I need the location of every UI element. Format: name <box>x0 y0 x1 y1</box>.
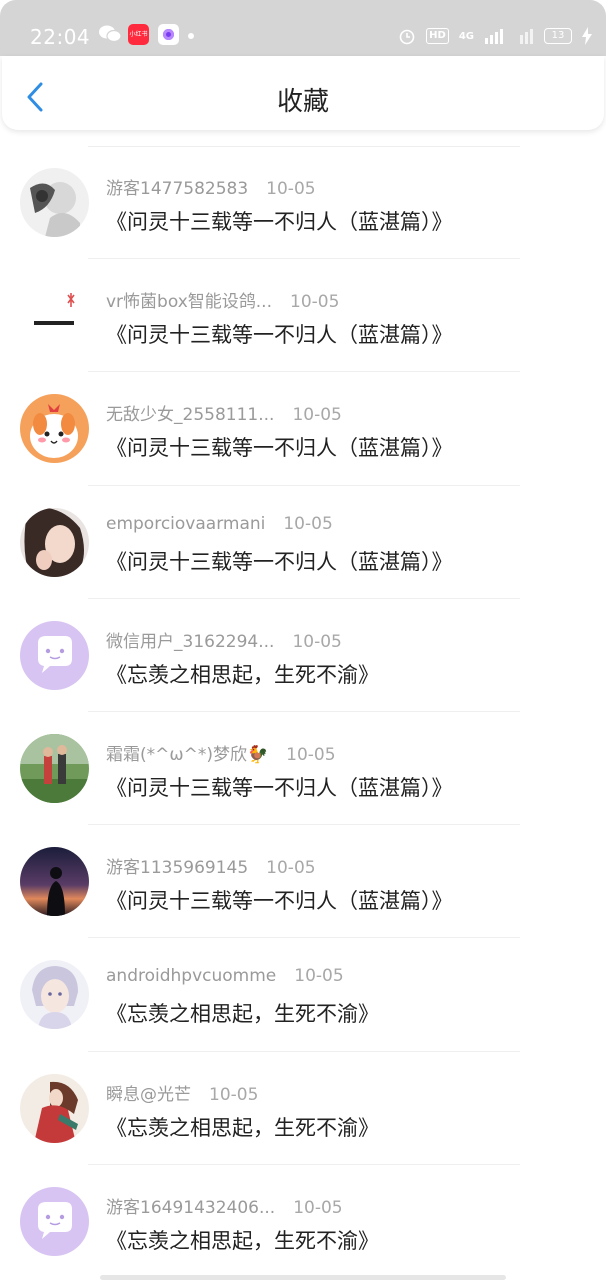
favorite-title[interactable]: 《问灵十三载等一不归人（蓝湛篇）》 <box>106 319 453 349</box>
status-time: 22:04 <box>30 25 91 49</box>
list-item[interactable]: 游客1135969145 10-05 《问灵十三载等一不归人（蓝湛篇）》 <box>0 825 606 939</box>
avatar[interactable] <box>20 960 89 1030</box>
date: 10-05 <box>290 292 340 313</box>
network-label: 4G <box>458 30 474 42</box>
avatar[interactable] <box>20 394 89 464</box>
favorite-title[interactable]: 《忘羡之相思起，生死不渝》 <box>106 659 379 689</box>
list-item[interactable]: vr怖菌box智能设鸽... 10-05 《问灵十三载等一不归人（蓝湛篇）》 <box>0 259 606 373</box>
username: vr怖菌box智能设鸽... <box>106 292 272 313</box>
scroll-indicator <box>100 1275 506 1280</box>
default-avatar[interactable] <box>20 1186 89 1256</box>
alarm-icon <box>399 29 415 45</box>
favorite-title[interactable]: 《问灵十三载等一不归人（蓝湛篇）》 <box>106 772 453 802</box>
date: 10-05 <box>286 744 336 765</box>
avatar[interactable] <box>20 733 89 803</box>
username: 游客1135969145 <box>106 858 249 879</box>
notification-dot-icon <box>188 33 194 39</box>
username-line: 微信用户_3162294... 10-05 <box>106 627 342 652</box>
status-right-group: HD 4G 13 <box>398 22 592 50</box>
page-title: 收藏 <box>276 87 329 117</box>
username-line: vr怖菌box智能设鸽... 10-05 <box>106 287 339 312</box>
favorite-title[interactable]: 《忘羡之相思起，生死不渝》 <box>106 1112 379 1142</box>
list-item[interactable]: androidhpvcuomme 10-05 《忘羡之相思起，生死不渝》 <box>0 938 606 1052</box>
favorite-title[interactable]: 《问灵十三载等一不归人（蓝湛篇）》 <box>106 206 453 236</box>
avatar[interactable] <box>20 281 89 351</box>
username: emporciovaarmani <box>106 513 266 534</box>
signal-2-icon <box>520 29 533 44</box>
list-item[interactable]: 瞬息@光芒 10-05 《忘羡之相思起，生死不渝》 <box>0 1052 606 1165</box>
date: 10-05 <box>209 1084 259 1105</box>
header: 收藏 <box>2 56 604 130</box>
list-item[interactable]: 游客1477582583 10-05 《问灵十三载等一不归人（蓝湛篇）》 <box>0 146 606 260</box>
username: 无敌少女_2558111... <box>106 405 275 426</box>
username-line: emporciovaarmani 10-05 <box>106 514 333 534</box>
avatar[interactable] <box>20 168 89 237</box>
favorite-title[interactable]: 《忘羡之相思起，生死不渝》 <box>106 1225 379 1255</box>
favorite-title[interactable]: 《忘羡之相思起，生死不渝》 <box>106 998 379 1028</box>
username: 游客1477582583 <box>106 179 249 199</box>
username: 微信用户_3162294... <box>106 631 275 652</box>
date: 10-05 <box>293 1197 343 1218</box>
username-line: 无敌少女_2558111... 10-05 <box>106 400 342 425</box>
favorites-list: 游客1477582583 10-05 《问灵十三载等一不归人（蓝湛篇）》 vr怖菌… <box>0 146 606 1278</box>
username-line: 游客1135969145 10-05 <box>106 853 316 878</box>
app-icon <box>158 24 179 45</box>
favorite-title[interactable]: 《问灵十三载等一不归人（蓝湛篇）》 <box>106 885 453 915</box>
favorite-title[interactable]: 《问灵十三载等一不归人（蓝湛篇）》 <box>106 546 453 576</box>
username: 瞬息@光芒 <box>106 1084 191 1105</box>
battery-icon: 13 <box>544 28 572 44</box>
charging-icon <box>582 27 592 45</box>
hd-badge: HD <box>426 28 449 44</box>
date: 10-05 <box>266 179 316 199</box>
username: 霜霜(*^ω^*)梦欣🐓 <box>106 744 269 765</box>
username-line: androidhpvcuomme 10-05 <box>106 966 344 986</box>
date: 10-05 <box>292 405 342 426</box>
list-item[interactable]: 霜霜(*^ω^*)梦欣🐓 10-05 《问灵十三载等一不归人（蓝湛篇）》 <box>0 712 606 826</box>
status-bar: 22:04 小红书 HD 4G 13 <box>0 0 606 56</box>
list-item[interactable]: 游客16491432406... 10-05 《忘羡之相思起，生死不渝》 <box>0 1165 606 1278</box>
list-item[interactable]: 无敌少女_2558111... 10-05 《问灵十三载等一不归人（蓝湛篇）》 <box>0 372 606 486</box>
username: androidhpvcuomme <box>106 966 277 987</box>
list-item[interactable]: emporciovaarmani 10-05 《问灵十三载等一不归人（蓝湛篇）》 <box>0 486 606 599</box>
signal-icon <box>485 29 503 44</box>
username-line: 游客1477582583 10-05 <box>106 174 316 199</box>
avatar[interactable] <box>20 507 89 577</box>
date: 10-05 <box>283 513 333 534</box>
avatar[interactable] <box>20 847 89 917</box>
avatar[interactable] <box>20 1073 89 1143</box>
date: 10-05 <box>294 966 344 987</box>
xiaohongshu-icon: 小红书 <box>128 24 149 45</box>
default-avatar[interactable] <box>20 620 89 690</box>
username-line: 霜霜(*^ω^*)梦欣🐓 10-05 <box>106 740 336 765</box>
wechat-icon <box>99 25 122 43</box>
username: 游客16491432406... <box>106 1197 276 1218</box>
date: 10-05 <box>292 631 342 652</box>
favorite-title[interactable]: 《问灵十三载等一不归人（蓝湛篇）》 <box>106 432 453 462</box>
date: 10-05 <box>266 858 316 879</box>
username-line: 游客16491432406... 10-05 <box>106 1193 343 1218</box>
username-line: 瞬息@光芒 10-05 <box>106 1080 258 1105</box>
list-item[interactable]: 微信用户_3162294... 10-05 《忘羡之相思起，生死不渝》 <box>0 599 606 712</box>
